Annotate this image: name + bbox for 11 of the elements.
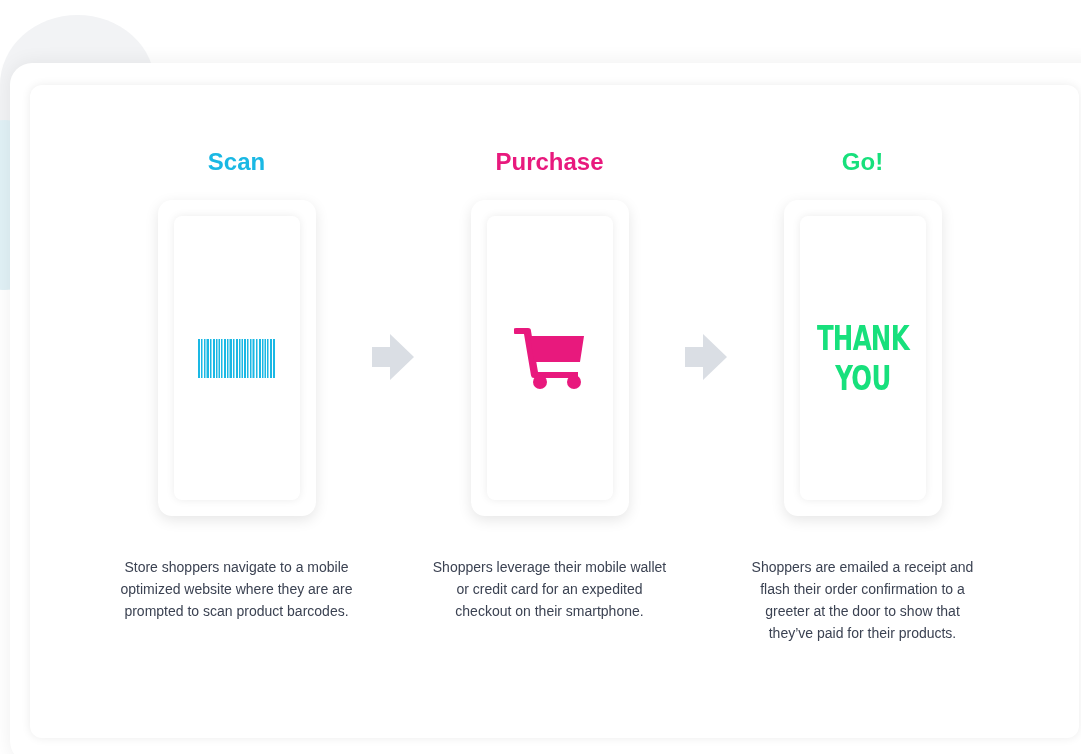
cart-icon [513, 326, 586, 390]
step-title: Scan [207, 147, 266, 177]
arrow-icon [685, 334, 727, 380]
step-description: Shoppers leverage their mobile wallet or credit card for an expedited checkout on their smartphone. [431, 558, 668, 621]
thank-you-text: THANK YOU [816, 318, 909, 398]
arrow-icon [372, 334, 414, 380]
step-title: Purchase [495, 147, 604, 177]
step-description: Store shoppers navigate to a mobile optimized website where they are are prompted to scan product barcodes. [119, 558, 354, 621]
barcode-icon [197, 338, 276, 378]
step-description: Shoppers are emailed a receipt and flash their order confirmation to a greeter at the door to show that they’ve paid for their products. [750, 558, 975, 643]
step-title: Go! [841, 147, 884, 177]
